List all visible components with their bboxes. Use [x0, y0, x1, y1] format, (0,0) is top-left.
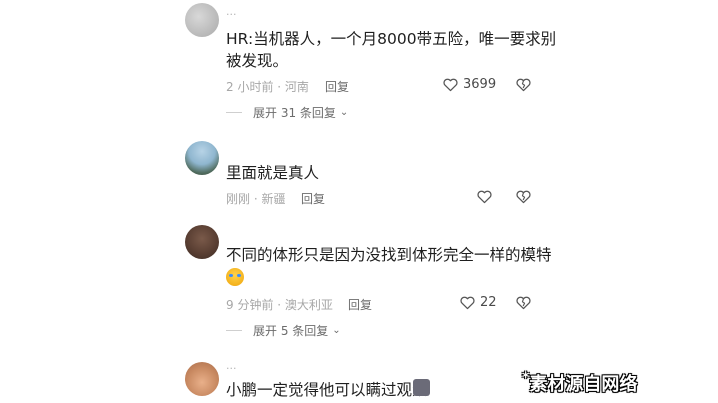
comment-text: 小鹏一定觉得他可以瞒过观众 [226, 381, 428, 399]
expand-replies-button[interactable]: 展开 31 条回复 ⌄ [226, 104, 349, 121]
expand-replies-label: 展开 31 条回复 [253, 106, 336, 120]
comment-text: HR:当机器人，一个月8000带五险，唯一要求别 [226, 30, 557, 48]
comment-meta: 刚刚 · 新疆 [226, 192, 286, 206]
chevron-down-icon: ⌄ [332, 325, 341, 336]
avatar[interactable] [185, 141, 219, 175]
emoji-icon [413, 379, 430, 396]
username[interactable]: ··· [226, 362, 237, 375]
comment-text: 不同的体形只是因为没找到体形完全一样的模特 [226, 246, 552, 264]
divider-line [226, 112, 242, 113]
crying-laugh-emoji-icon [226, 268, 244, 286]
avatar[interactable] [185, 362, 219, 396]
reply-button[interactable]: 回复 [325, 78, 349, 95]
broken-heart-icon [516, 296, 531, 310]
heart-outline-icon [477, 190, 492, 204]
watermark: *素材源自网络 [522, 370, 637, 396]
like-count: 22 [480, 295, 497, 310]
comment-text-continued: 被发现。 [226, 52, 289, 70]
chevron-down-icon: ⌄ [339, 107, 349, 118]
username[interactable]: ··· [226, 8, 237, 21]
like-button[interactable]: 3699 [442, 76, 496, 93]
comment-meta: 2 小时前 · 河南 [226, 80, 309, 94]
avatar[interactable] [185, 225, 219, 259]
comment-meta: 9 分钟前 · 澳大利亚 [226, 298, 333, 312]
like-button[interactable] [476, 188, 493, 205]
comment-feed: ··· HR:当机器人，一个月8000带五险，唯一要求别 被发现。 2 小时前 … [0, 0, 718, 403]
heart-outline-icon [460, 296, 475, 310]
comment-text: 里面就是真人 [226, 164, 320, 182]
avatar[interactable] [185, 3, 219, 37]
dislike-button[interactable] [515, 76, 532, 93]
heart-outline-icon [443, 78, 458, 92]
reply-button[interactable]: 回复 [348, 296, 372, 313]
divider-line [226, 330, 242, 331]
like-button[interactable]: 22 [459, 294, 497, 311]
broken-heart-icon [516, 190, 531, 204]
like-count: 3699 [463, 77, 497, 92]
expand-replies-button[interactable]: 展开 5 条回复 ⌄ [226, 322, 341, 339]
dislike-button[interactable] [515, 294, 532, 311]
expand-replies-label: 展开 5 条回复 [253, 324, 329, 338]
reply-button[interactable]: 回复 [301, 190, 325, 207]
watermark-text: 素材源自网络 [529, 374, 638, 395]
dislike-button[interactable] [515, 188, 532, 205]
broken-heart-icon [516, 78, 531, 92]
